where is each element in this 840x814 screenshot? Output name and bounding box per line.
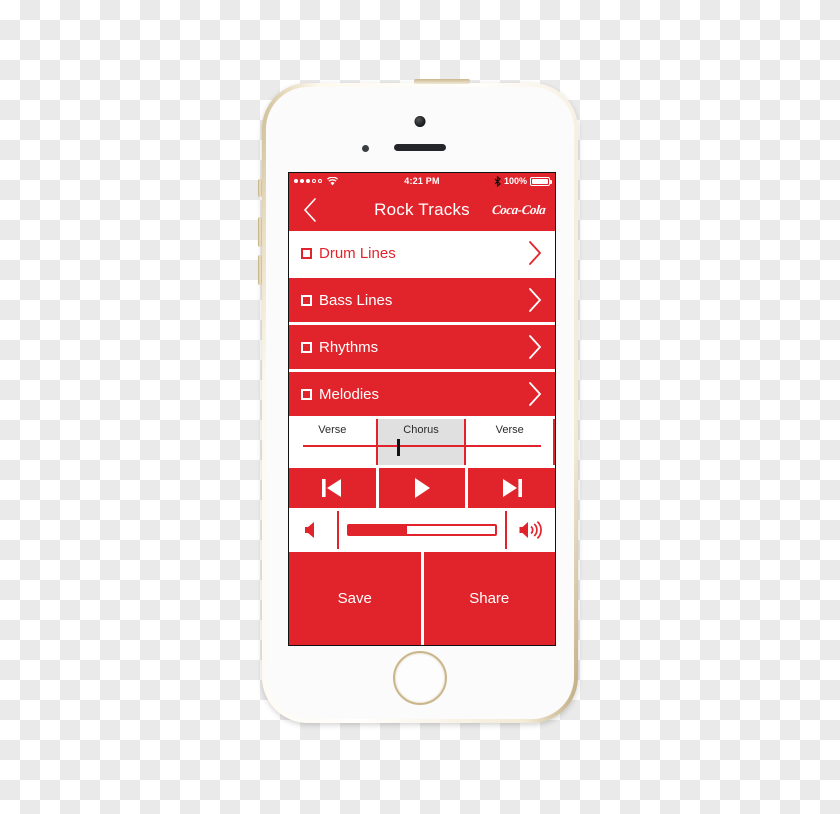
coca-cola-logo: Coca-Cola bbox=[490, 202, 546, 217]
track-label: Rhythms bbox=[319, 338, 379, 356]
skip-next-icon bbox=[502, 479, 522, 497]
play-icon bbox=[415, 478, 430, 498]
chevron-right-icon[interactable] bbox=[527, 240, 543, 266]
section-label: Verse bbox=[495, 424, 524, 436]
front-camera-icon bbox=[414, 116, 426, 127]
phone-screen: 4:21 PM 100% Rock Tracks Coca-Cola Drum … bbox=[288, 172, 556, 646]
volume-slider[interactable] bbox=[347, 524, 497, 536]
status-bar: 4:21 PM 100% bbox=[289, 173, 555, 189]
section-segment-verse-1[interactable]: Verse bbox=[289, 419, 378, 465]
status-right-group: 100% bbox=[494, 175, 552, 187]
track-row-drum-lines[interactable]: Drum Lines bbox=[289, 231, 555, 278]
track-label: Drum Lines bbox=[319, 244, 396, 262]
next-track-button[interactable] bbox=[468, 468, 555, 508]
save-button[interactable]: Save bbox=[289, 552, 424, 645]
earpiece-speaker bbox=[394, 144, 446, 151]
bluetooth-icon bbox=[494, 175, 501, 187]
track-row-bass-lines[interactable]: Bass Lines bbox=[289, 278, 555, 325]
silent-switch[interactable] bbox=[258, 179, 262, 197]
volume-up-button[interactable] bbox=[258, 217, 262, 247]
share-button[interactable]: Share bbox=[423, 552, 555, 645]
track-row-melodies[interactable]: Melodies bbox=[289, 372, 555, 419]
section-segment-chorus[interactable]: Chorus bbox=[377, 419, 467, 465]
section-label: Chorus bbox=[403, 424, 439, 436]
chevron-right-icon[interactable] bbox=[527, 334, 543, 360]
volume-low-icon bbox=[305, 522, 314, 538]
volume-slider-fill bbox=[349, 526, 408, 534]
skip-previous-icon bbox=[322, 479, 342, 497]
checkbox-icon[interactable] bbox=[301, 388, 312, 400]
volume-down-button[interactable] bbox=[289, 511, 339, 549]
section-label: Verse bbox=[318, 424, 347, 436]
chevron-right-icon[interactable] bbox=[527, 381, 543, 407]
phone-front-panel: 4:21 PM 100% Rock Tracks Coca-Cola Drum … bbox=[266, 87, 574, 719]
battery-percent-label: 100% bbox=[503, 176, 527, 186]
home-button[interactable] bbox=[393, 651, 447, 705]
proximity-sensor-icon bbox=[362, 145, 369, 152]
volume-row bbox=[289, 511, 555, 552]
track-list: Drum Lines Bass Lines Rhythms Melodies bbox=[289, 231, 555, 419]
volume-up-button[interactable] bbox=[505, 511, 555, 549]
iphone-device: 4:21 PM 100% Rock Tracks Coca-Cola Drum … bbox=[258, 79, 578, 723]
volume-down-button[interactable] bbox=[258, 255, 262, 285]
checkbox-icon[interactable] bbox=[301, 294, 312, 306]
chevron-right-icon[interactable] bbox=[527, 287, 543, 313]
action-row: Save Share bbox=[289, 552, 555, 645]
chevron-left-icon bbox=[303, 198, 316, 222]
battery-icon bbox=[530, 176, 552, 186]
checkbox-icon[interactable] bbox=[301, 247, 312, 259]
power-button[interactable] bbox=[414, 79, 470, 84]
track-row-rhythms[interactable]: Rhythms bbox=[289, 325, 555, 372]
track-label: Bass Lines bbox=[319, 291, 393, 309]
previous-track-button[interactable] bbox=[289, 468, 379, 508]
navigation-bar: Rock Tracks Coca-Cola bbox=[289, 189, 555, 231]
song-section-bar: Verse Chorus Verse bbox=[289, 419, 555, 468]
section-segment-verse-2[interactable]: Verse bbox=[466, 419, 555, 465]
transport-controls bbox=[289, 468, 555, 511]
track-label: Melodies bbox=[319, 385, 380, 403]
back-button[interactable] bbox=[297, 198, 323, 222]
play-button[interactable] bbox=[378, 468, 469, 508]
volume-high-icon bbox=[519, 520, 542, 540]
checkbox-icon[interactable] bbox=[301, 341, 312, 353]
